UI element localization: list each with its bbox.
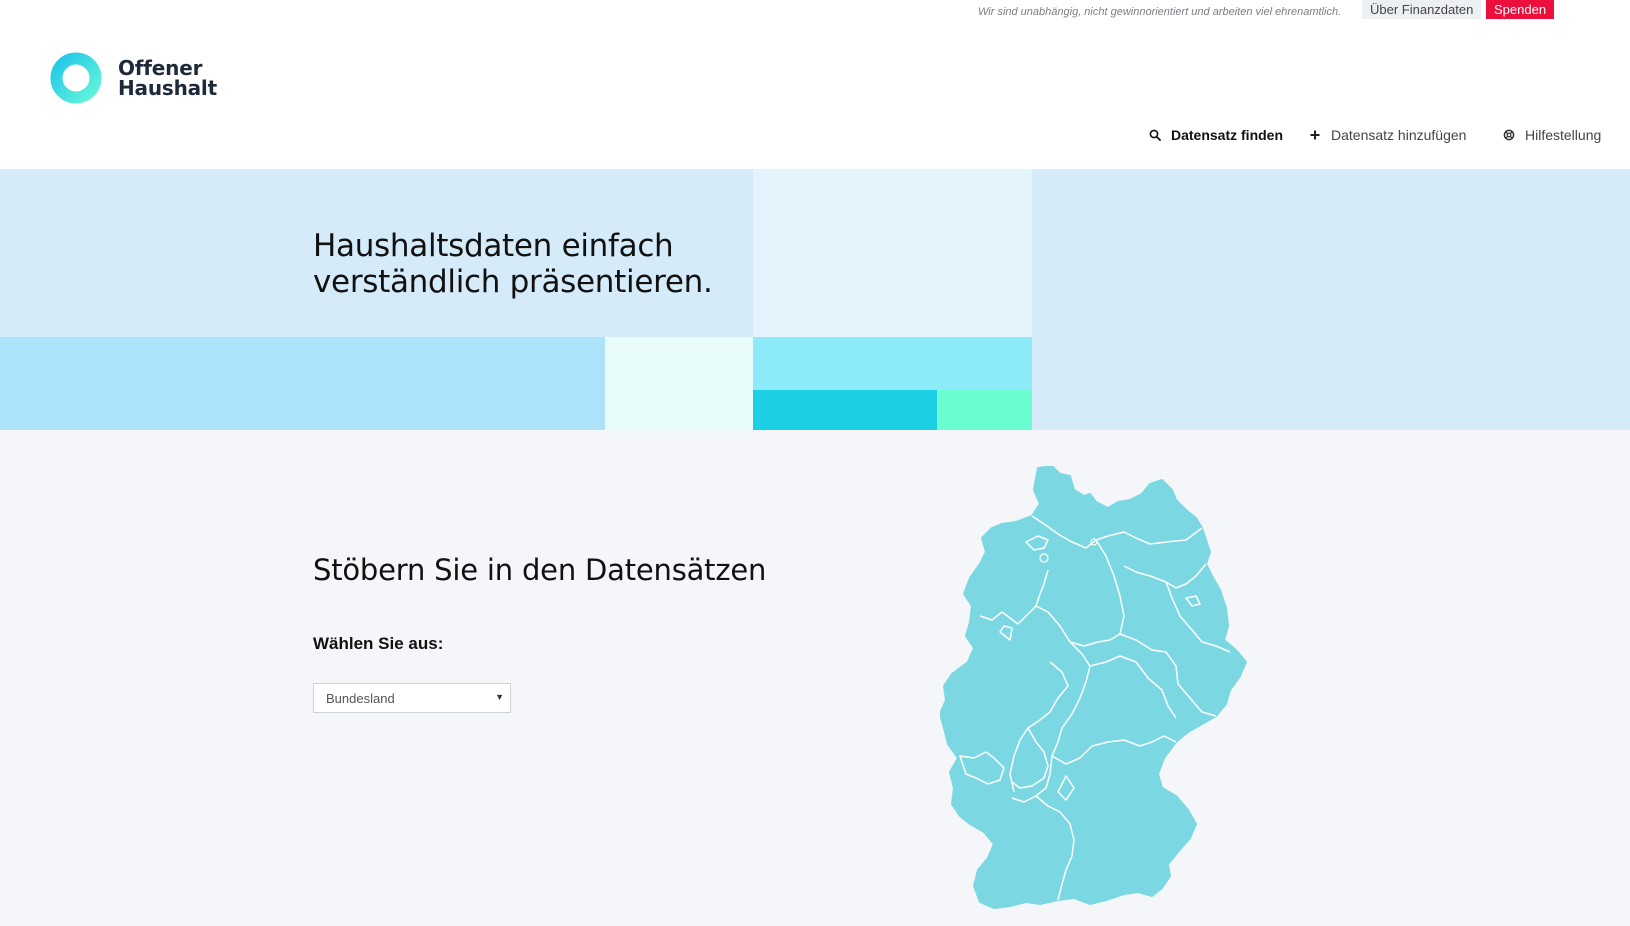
select-label: Wählen Sie aus:: [313, 634, 444, 653]
hero-tile: [0, 337, 605, 430]
chevron-down-icon: ▼: [495, 692, 504, 702]
hero-tile: [753, 390, 937, 430]
plus-icon: [1310, 130, 1320, 140]
browse-title: Stöbern Sie in den Datensätzen: [313, 553, 767, 587]
site-logo[interactable]: Offener Haushalt: [50, 52, 217, 104]
hero-title-line-2: verständlich präsentieren.: [313, 264, 713, 300]
tagline: Wir sind unabhängig, nicht gewinnorienti…: [978, 6, 1342, 18]
select-value: Bundesland: [326, 690, 395, 706]
germany-outline: [940, 466, 1247, 909]
nav-item-datensatz-finden[interactable]: Datensatz finden: [1149, 127, 1283, 143]
nav-item-datensatz-hinzufuegen[interactable]: Datensatz hinzufügen: [1309, 127, 1466, 143]
about-finanzdaten-button[interactable]: Über Finanzdaten: [1362, 0, 1482, 19]
hero-tile: [753, 169, 1032, 337]
logo-line-2: Haushalt: [118, 76, 217, 100]
hero-title: Haushaltsdaten einfach verständlich präs…: [313, 228, 713, 300]
nav-item-label: Datensatz finden: [1171, 127, 1284, 143]
top-utility-bar: Wir sind unabhängig, nicht gewinnorienti…: [0, 0, 1630, 20]
browse-section: [0, 430, 1630, 926]
lifebuoy-icon: [1503, 129, 1515, 141]
logo-wordmark: Offener Haushalt: [118, 58, 217, 98]
hero-tile: [605, 337, 753, 430]
donate-button[interactable]: Spenden: [1486, 0, 1555, 19]
nav-item-label: Hilfestellung: [1525, 127, 1602, 143]
nav-item-label: Datensatz hinzufügen: [1331, 127, 1467, 143]
main-nav: Datensatz finden Datensatz hinzufügen Hi…: [0, 127, 1630, 147]
search-icon: [1149, 129, 1161, 141]
germany-states-map[interactable]: [940, 466, 1292, 916]
hero-tile: [937, 390, 1032, 430]
nav-item-hilfestellung[interactable]: Hilfestellung: [1503, 127, 1601, 143]
hero-tile: [753, 337, 1032, 390]
hero-banner: [0, 169, 1630, 430]
bundesland-select[interactable]: Bundesland ▼: [313, 683, 511, 713]
logo-ring-icon: [50, 52, 102, 104]
hero-title-line-1: Haushaltsdaten einfach: [313, 228, 674, 264]
logo-line-1: Offener: [118, 56, 203, 80]
